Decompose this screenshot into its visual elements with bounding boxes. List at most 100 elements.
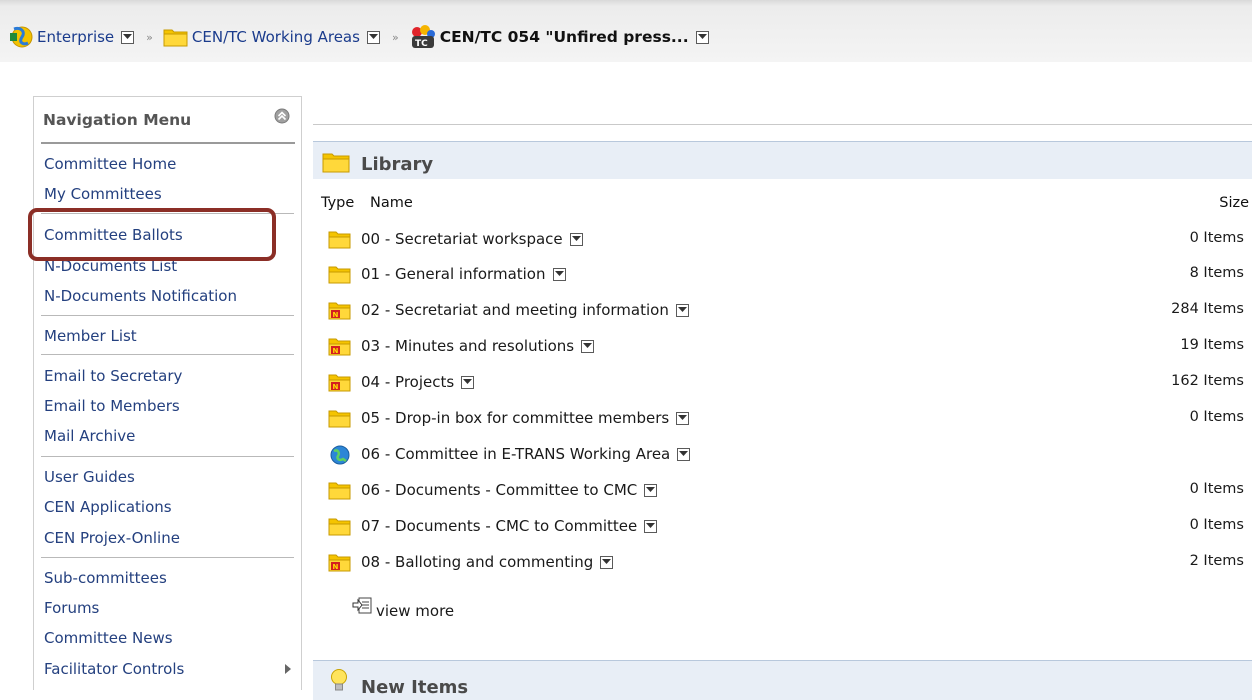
nav-item-committee-home[interactable]: Committee Home xyxy=(44,153,176,175)
nav-item-facilitator-controls[interactable]: Facilitator Controls xyxy=(44,658,184,680)
divider xyxy=(41,557,294,558)
highlight-box xyxy=(28,208,276,261)
row-name[interactable]: 04 - Projects xyxy=(361,373,475,391)
notification-folder-icon[interactable]: N xyxy=(328,553,352,573)
folder-icon[interactable] xyxy=(328,409,352,429)
row-size: 2 Items xyxy=(1189,553,1244,569)
row-name[interactable]: 06 - Committee in E-TRANS Working Area xyxy=(361,445,691,463)
divider xyxy=(41,142,295,144)
divider xyxy=(41,354,294,355)
breadcrumb-item-enterprise[interactable]: Enterprise xyxy=(8,25,135,49)
row-name-text[interactable]: 05 - Drop-in box for committee members xyxy=(361,409,669,427)
nav-item-committee-news[interactable]: Committee News xyxy=(44,627,173,649)
dropdown-toggle-icon[interactable] xyxy=(461,375,475,389)
nav-item-cen-applications[interactable]: CEN Applications xyxy=(44,496,172,518)
nav-item-forums[interactable]: Forums xyxy=(44,597,99,619)
notification-folder-icon[interactable]: N xyxy=(328,373,352,393)
dropdown-toggle-icon[interactable] xyxy=(581,339,595,353)
dropdown-toggle-icon[interactable] xyxy=(676,411,690,425)
nav-item-email-to-secretary[interactable]: Email to Secretary xyxy=(44,365,182,387)
dropdown-toggle-icon[interactable] xyxy=(675,303,689,317)
folder-icon[interactable] xyxy=(328,481,352,501)
dropdown-toggle-icon[interactable] xyxy=(677,447,691,461)
folder-icon[interactable] xyxy=(328,230,352,250)
divider xyxy=(41,456,294,457)
row-name[interactable]: 05 - Drop-in box for committee members xyxy=(361,409,690,427)
row-name[interactable]: 00 - Secretariat workspace xyxy=(361,230,583,248)
breadcrumb-item-current[interactable]: TC CEN/TC 054 "Unfired press... xyxy=(409,24,709,50)
new-items-header: New Items xyxy=(313,660,1252,700)
row-name-text[interactable]: 01 - General information xyxy=(361,265,546,283)
lightbulb-icon xyxy=(330,668,348,698)
row-name[interactable]: 07 - Documents - CMC to Committee xyxy=(361,517,658,535)
breadcrumb-label[interactable]: CEN/TC Working Areas xyxy=(192,28,360,46)
row-name[interactable]: 03 - Minutes and resolutions xyxy=(361,337,595,355)
breadcrumb-label[interactable]: Enterprise xyxy=(37,28,114,46)
tc-committee-icon: TC xyxy=(409,24,437,50)
view-more-label[interactable]: view more xyxy=(376,602,454,620)
nav-item-sub-committees[interactable]: Sub-committees xyxy=(44,567,167,589)
column-header-name[interactable]: Name xyxy=(370,195,413,211)
nav-item-mail-archive[interactable]: Mail Archive xyxy=(44,425,135,447)
table-row: 00 - Secretariat workspace 0 Items xyxy=(321,225,1252,255)
row-size: 0 Items xyxy=(1189,517,1244,533)
view-more-link[interactable]: view more xyxy=(352,594,454,620)
submenu-arrow-icon[interactable] xyxy=(285,664,291,674)
table-row: 06 - Documents - Committee to CMC 0 Item… xyxy=(321,476,1252,506)
row-size: 284 Items xyxy=(1171,301,1244,317)
notification-folder-icon[interactable]: N xyxy=(328,301,352,321)
breadcrumb-current-label[interactable]: CEN/TC 054 "Unfired press... xyxy=(440,28,689,46)
dropdown-toggle-icon[interactable] xyxy=(600,555,614,569)
folder-icon[interactable] xyxy=(328,265,352,285)
nav-item-email-to-members[interactable]: Email to Members xyxy=(44,395,180,417)
row-size: 19 Items xyxy=(1180,337,1244,353)
divider xyxy=(41,315,294,316)
row-name-text[interactable]: 08 - Balloting and commenting xyxy=(361,553,593,571)
nav-item-n-documents-notification[interactable]: N-Documents Notification xyxy=(44,285,237,307)
column-header-size[interactable]: Size xyxy=(1219,195,1249,211)
view-more-icon[interactable] xyxy=(352,594,374,620)
row-name-text[interactable]: 06 - Documents - Committee to CMC xyxy=(361,481,637,499)
row-name-text[interactable]: 03 - Minutes and resolutions xyxy=(361,337,574,355)
row-size: 8 Items xyxy=(1189,265,1244,281)
table-row: N 02 - Secretariat and meeting informati… xyxy=(321,296,1252,326)
globe-link-icon[interactable] xyxy=(328,445,352,465)
folder-icon[interactable] xyxy=(328,517,352,537)
table-row: 06 - Committee in E-TRANS Working Area xyxy=(321,440,1252,470)
row-name[interactable]: 01 - General information xyxy=(361,265,566,283)
row-name[interactable]: 08 - Balloting and commenting xyxy=(361,553,614,571)
column-header-type[interactable]: Type xyxy=(321,195,354,211)
collapse-icon[interactable] xyxy=(274,108,290,124)
folder-icon xyxy=(322,152,352,178)
row-name-text[interactable]: 07 - Documents - CMC to Committee xyxy=(361,517,637,535)
row-name-text[interactable]: 02 - Secretariat and meeting information xyxy=(361,301,669,319)
row-name[interactable]: 06 - Documents - Committee to CMC xyxy=(361,481,658,499)
nav-item-member-list[interactable]: Member List xyxy=(44,325,137,347)
row-size: 0 Items xyxy=(1189,230,1244,246)
dropdown-toggle-icon[interactable] xyxy=(121,30,135,44)
dropdown-toggle-icon[interactable] xyxy=(366,30,380,44)
new-items-title: New Items xyxy=(361,677,469,698)
navigation-menu: Navigation Menu Committee Home My Commit… xyxy=(33,96,302,690)
breadcrumb-separator: » xyxy=(391,30,399,44)
dropdown-toggle-icon[interactable] xyxy=(644,519,658,533)
row-name-text[interactable]: 04 - Projects xyxy=(361,373,454,391)
nav-item-my-committees[interactable]: My Committees xyxy=(44,183,162,205)
row-size: 0 Items xyxy=(1189,409,1244,425)
dropdown-toggle-icon[interactable] xyxy=(644,483,658,497)
divider xyxy=(313,124,1252,125)
breadcrumb-item-working-areas[interactable]: CEN/TC Working Areas xyxy=(163,26,380,48)
table-row: 05 - Drop-in box for committee members 0… xyxy=(321,404,1252,434)
notification-folder-icon[interactable]: N xyxy=(328,337,352,357)
library-title: Library xyxy=(361,154,434,175)
nav-item-cen-projex-online[interactable]: CEN Projex-Online xyxy=(44,527,180,549)
dropdown-toggle-icon[interactable] xyxy=(569,232,583,246)
row-name-text[interactable]: 06 - Committee in E-TRANS Working Area xyxy=(361,445,670,463)
dropdown-toggle-icon[interactable] xyxy=(552,267,566,281)
nav-item-user-guides[interactable]: User Guides xyxy=(44,466,135,488)
svg-text:N: N xyxy=(333,383,339,391)
row-size: 162 Items xyxy=(1171,373,1244,389)
row-name-text[interactable]: 00 - Secretariat workspace xyxy=(361,230,563,248)
dropdown-toggle-icon[interactable] xyxy=(695,30,709,44)
row-name[interactable]: 02 - Secretariat and meeting information xyxy=(361,301,689,319)
